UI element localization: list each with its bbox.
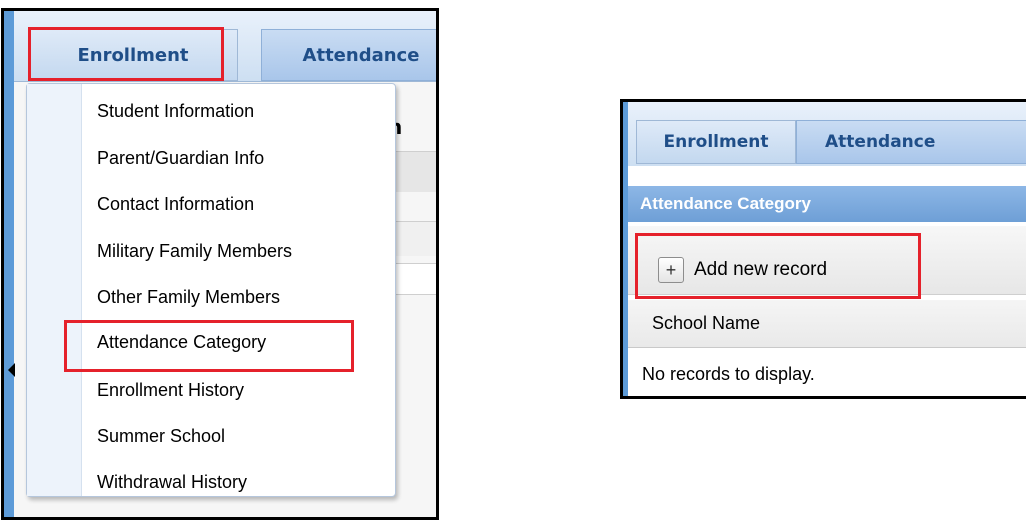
attendance-category-highlight [64,320,354,372]
enrollment-tab-highlight [28,27,224,81]
menu-item-other-family-members[interactable]: Other Family Members [97,287,280,308]
empty-grid-message: No records to display. [628,354,1026,394]
column-header-label: School Name [652,313,761,333]
add-record-highlight [635,233,921,299]
menu-item-enrollment-history[interactable]: Enrollment History [97,380,244,401]
empty-message-text: No records to display. [642,363,815,384]
column-header-school-name[interactable]: School Name [628,300,1026,348]
right-tab-bar: Enrollment Attendance [628,102,1026,166]
section-title: Attendance Category [640,194,811,213]
tab-enrollment-label: Enrollment [663,132,769,152]
menu-item-military-family-members[interactable]: Military Family Members [97,241,292,262]
menu-item-summer-school[interactable]: Summer School [97,426,225,447]
tab-attendance-label: Attendance [825,132,936,152]
menu-item-parent-guardian-info[interactable]: Parent/Guardian Info [97,148,264,169]
menu-item-student-information[interactable]: Student Information [97,101,254,122]
section-title-bar: Attendance Category [628,186,1026,222]
left-screenshot-panel: Enrollment Attendance n Student Informat… [1,8,439,520]
left-sidebar-strip [4,11,14,517]
menu-icon-gutter [27,84,82,496]
menu-item-withdrawal-history[interactable]: Withdrawal History [97,472,247,493]
enrollment-dropdown-menu: Student Information Parent/Guardian Info… [26,83,396,497]
right-screenshot-panel: Enrollment Attendance Attendance Categor… [620,99,1026,399]
tab-attendance-label: Attendance [302,44,420,66]
tab-attendance[interactable]: Attendance [261,29,436,81]
collapse-arrow-icon[interactable] [8,363,15,377]
tab-attendance[interactable]: Attendance [796,120,1026,164]
tab-enrollment[interactable]: Enrollment [636,120,796,164]
menu-item-contact-information[interactable]: Contact Information [97,194,254,215]
